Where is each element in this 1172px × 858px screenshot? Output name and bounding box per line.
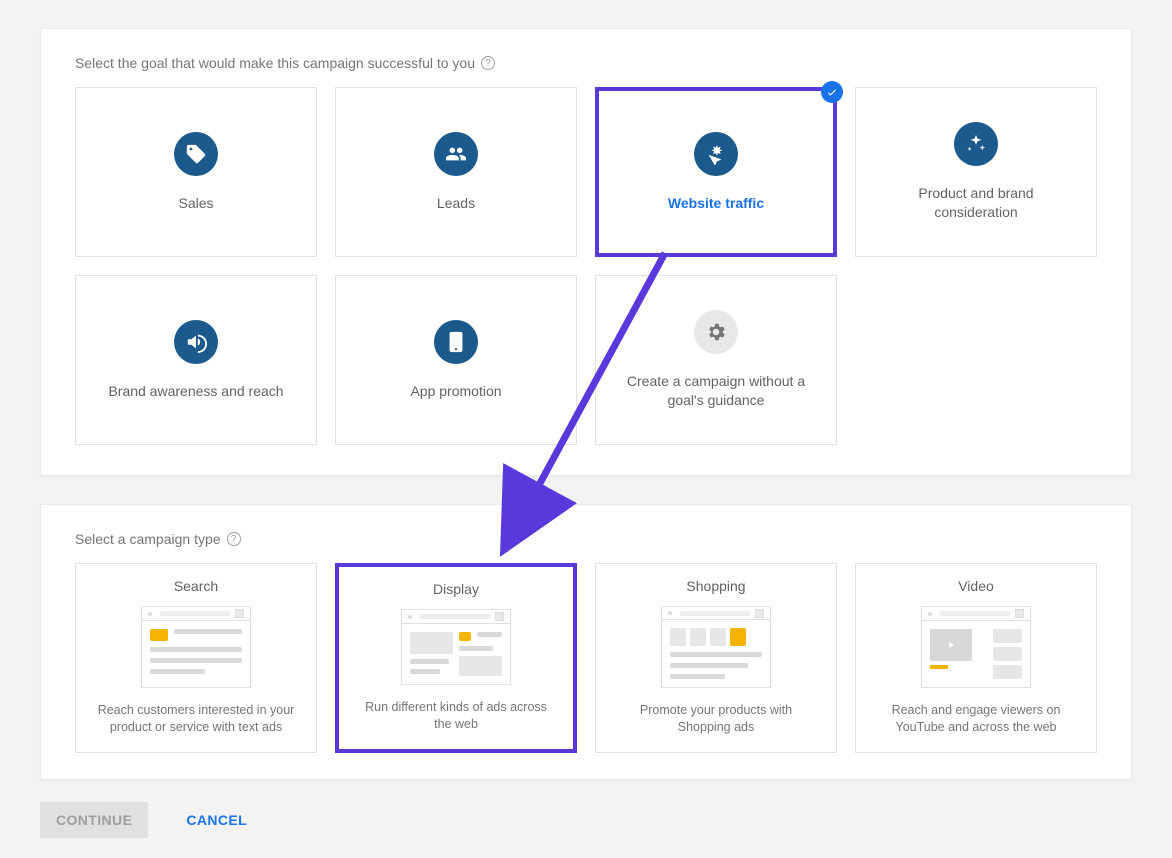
gear-icon <box>694 310 738 354</box>
search-preview-icon <box>141 606 251 688</box>
type-desc: Reach and engage viewers on YouTube and … <box>874 702 1078 736</box>
phone-download-icon <box>434 320 478 364</box>
type-title: Shopping <box>686 578 745 594</box>
help-icon[interactable]: ? <box>227 532 241 546</box>
megaphone-icon <box>174 320 218 364</box>
help-icon[interactable]: ? <box>481 56 495 70</box>
type-desc: Run different kinds of ads across the we… <box>357 699 555 733</box>
tag-icon <box>174 132 218 176</box>
goal-label: Brand awareness and reach <box>108 382 283 401</box>
type-card-display[interactable]: Display <box>335 563 577 753</box>
goals-panel: Select the goal that would make this cam… <box>40 28 1132 476</box>
type-desc: Promote your products with Shopping ads <box>614 702 818 736</box>
goal-card-app-promotion[interactable]: App promotion <box>335 275 577 445</box>
type-card-video[interactable]: Video Reach an <box>855 563 1097 753</box>
people-icon <box>434 132 478 176</box>
goal-card-brand-consideration[interactable]: Product and brand consideration <box>855 87 1097 257</box>
goal-label: Product and brand consideration <box>876 184 1076 222</box>
type-title: Search <box>174 578 218 594</box>
goal-label: Leads <box>437 194 475 213</box>
goal-card-brand-awareness[interactable]: Brand awareness and reach <box>75 275 317 445</box>
cursor-click-icon <box>694 132 738 176</box>
types-heading: Select a campaign type ? <box>75 531 1097 547</box>
display-preview-icon <box>401 609 511 685</box>
footer-actions: CONTINUE CANCEL <box>40 802 1132 838</box>
goal-label: Website traffic <box>668 194 764 213</box>
types-heading-text: Select a campaign type <box>75 531 221 547</box>
type-title: Video <box>958 578 994 594</box>
continue-button[interactable]: CONTINUE <box>40 802 148 838</box>
cancel-button[interactable]: CANCEL <box>170 802 263 838</box>
video-preview-icon <box>921 606 1031 688</box>
goal-label: App promotion <box>410 382 501 401</box>
type-title: Display <box>433 581 479 597</box>
goal-card-sales[interactable]: Sales <box>75 87 317 257</box>
goal-label: Create a campaign without a goal's guida… <box>616 372 816 410</box>
shopping-preview-icon <box>661 606 771 688</box>
type-card-shopping[interactable]: Shopping Promote <box>595 563 837 753</box>
goal-card-leads[interactable]: Leads <box>335 87 577 257</box>
type-desc: Reach customers interested in your produ… <box>94 702 298 736</box>
goals-heading: Select the goal that would make this cam… <box>75 55 1097 71</box>
goal-card-website-traffic[interactable]: Website traffic <box>595 87 837 257</box>
goal-label: Sales <box>178 194 213 213</box>
check-icon <box>821 81 843 103</box>
type-card-search[interactable]: Search Reach customers interested in you… <box>75 563 317 753</box>
types-panel: Select a campaign type ? Search Reach cu… <box>40 504 1132 780</box>
goals-heading-text: Select the goal that would make this cam… <box>75 55 475 71</box>
goal-card-no-goal[interactable]: Create a campaign without a goal's guida… <box>595 275 837 445</box>
sparkle-icon <box>954 122 998 166</box>
